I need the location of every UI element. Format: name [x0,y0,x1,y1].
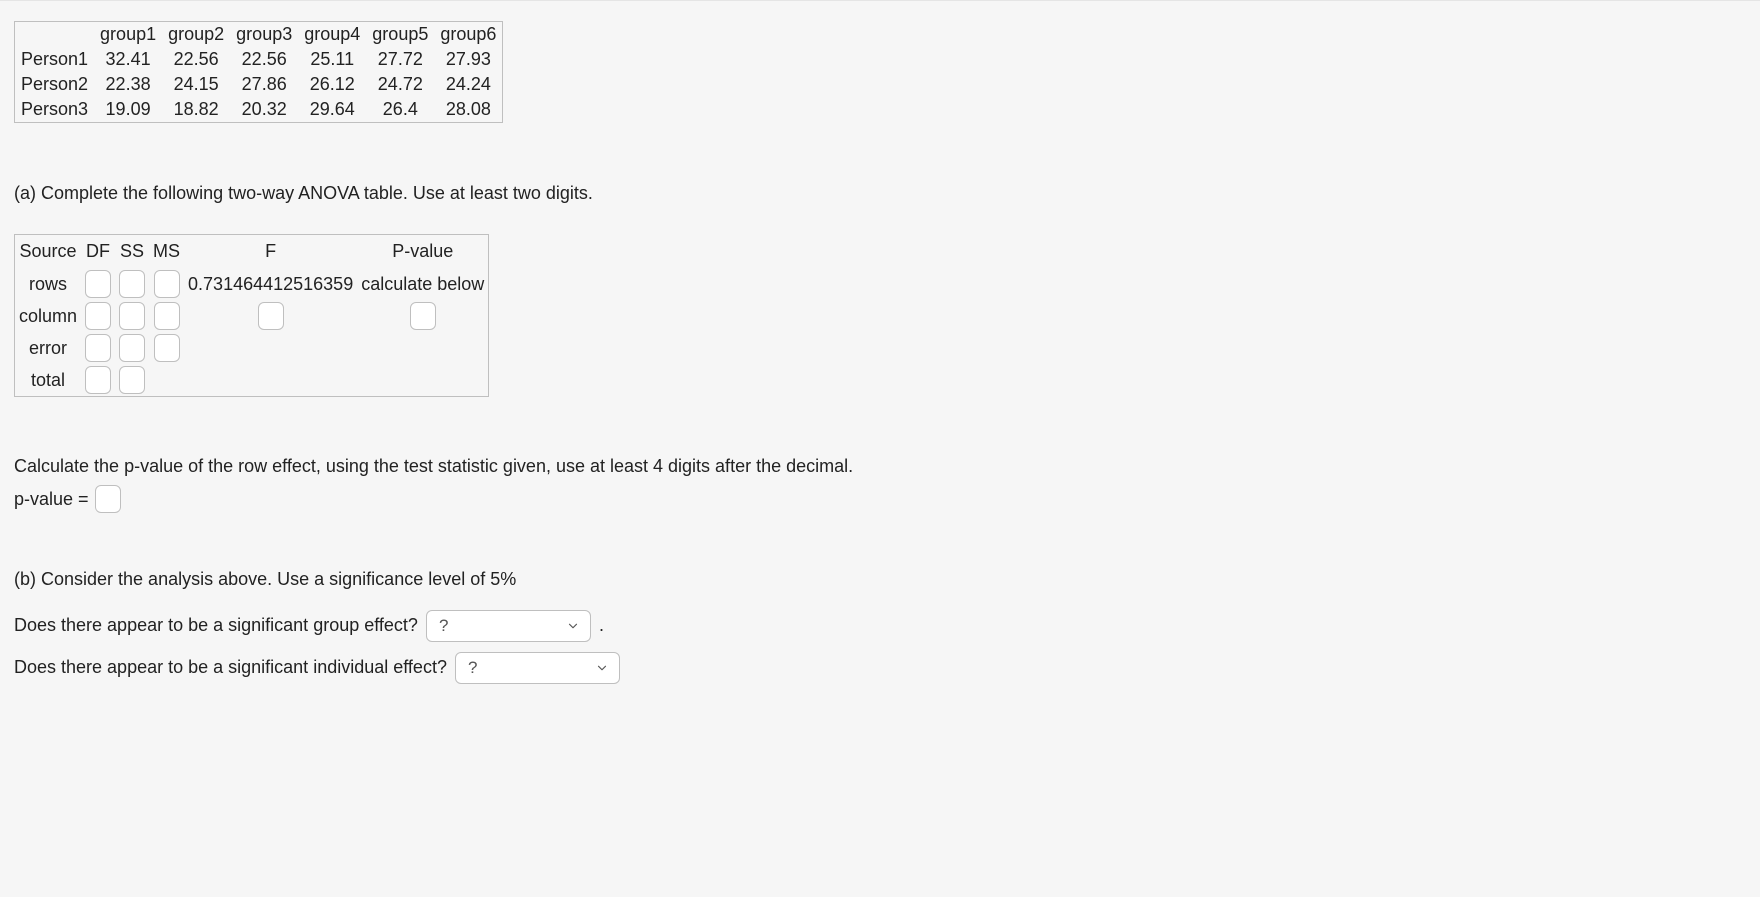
data-table-header: group5 [366,22,434,48]
data-table-header: group2 [162,22,230,48]
anova-header-df: DF [81,235,115,269]
anova-column-row: column [15,300,489,332]
data-table-row-header: Person3 [15,97,95,123]
question-individual-effect: Does there appear to be a significant in… [14,657,447,678]
data-table-cell: 29.64 [298,97,366,123]
data-table-header-row: group1 group2 group3 group4 group5 group… [15,22,503,48]
data-table-cell: 18.82 [162,97,230,123]
select-placeholder: ? [468,658,477,678]
error-ms-input[interactable] [154,334,180,362]
pvalue-input[interactable] [95,485,121,513]
data-table-row-header: Person2 [15,72,95,97]
group-effect-select[interactable]: ? [426,610,591,642]
data-table-cell: 22.56 [230,47,298,72]
data-table-row: Person1 32.41 22.56 22.56 25.11 27.72 27… [15,47,503,72]
chevron-down-icon [595,661,609,675]
data-table-row: Person3 19.09 18.82 20.32 29.64 26.4 28.… [15,97,503,123]
chevron-down-icon [566,619,580,633]
data-table-cell: 22.56 [162,47,230,72]
anova-rows-label: rows [15,268,82,300]
data-table-cell: 22.38 [94,72,162,97]
anova-header-pvalue: P-value [357,235,489,269]
data-table-cell: 27.93 [434,47,503,72]
data-table-header: group6 [434,22,503,48]
total-df-input[interactable] [85,366,111,394]
pvalue-label: p-value = [14,485,89,514]
total-ss-input[interactable] [119,366,145,394]
error-df-input[interactable] [85,334,111,362]
pvalue-paragraph: Calculate the p-value of the row effect,… [14,452,1746,481]
column-pvalue-input[interactable] [410,302,436,330]
column-f-input[interactable] [258,302,284,330]
anova-rows-row: rows 0.731464412516359 calculate below [15,268,489,300]
data-table-empty-header [15,22,95,48]
column-ms-input[interactable] [154,302,180,330]
column-df-input[interactable] [85,302,111,330]
data-table-cell: 24.15 [162,72,230,97]
anova-total-label: total [15,364,82,397]
anova-header-f: F [184,235,357,269]
data-table-cell: 26.4 [366,97,434,123]
individual-effect-select[interactable]: ? [455,652,620,684]
data-table-row-header: Person1 [15,47,95,72]
data-table-header: group3 [230,22,298,48]
part-a-instruction: (a) Complete the following two-way ANOVA… [14,183,1746,204]
rows-pvalue-text: calculate below [357,268,489,300]
rows-f-value: 0.731464412516359 [184,268,357,300]
rows-df-input[interactable] [85,270,111,298]
data-table-cell: 26.12 [298,72,366,97]
data-table-cell: 32.41 [94,47,162,72]
anova-column-label: column [15,300,82,332]
anova-error-row: error [15,332,489,364]
data-table-cell: 19.09 [94,97,162,123]
anova-header-row: Source DF SS MS F P-value [15,235,489,269]
data-table-cell: 24.24 [434,72,503,97]
data-table-cell: 20.32 [230,97,298,123]
data-table: group1 group2 group3 group4 group5 group… [14,21,503,123]
trailing-period: . [599,615,604,636]
anova-total-row: total [15,364,489,397]
select-placeholder: ? [439,616,448,636]
column-ss-input[interactable] [119,302,145,330]
data-table-cell: 27.86 [230,72,298,97]
data-table-cell: 24.72 [366,72,434,97]
data-table-row: Person2 22.38 24.15 27.86 26.12 24.72 24… [15,72,503,97]
anova-header-ms: MS [149,235,184,269]
data-table-cell: 25.11 [298,47,366,72]
data-table-cell: 27.72 [366,47,434,72]
error-ss-input[interactable] [119,334,145,362]
anova-error-label: error [15,332,82,364]
anova-header-ss: SS [115,235,149,269]
rows-ss-input[interactable] [119,270,145,298]
data-table-header: group4 [298,22,366,48]
data-table-cell: 28.08 [434,97,503,123]
part-b-instruction: (b) Consider the analysis above. Use a s… [14,569,1746,590]
question-group-effect: Does there appear to be a significant gr… [14,615,418,636]
anova-table: Source DF SS MS F P-value rows 0.7314644… [14,234,489,397]
rows-ms-input[interactable] [154,270,180,298]
anova-header-source: Source [15,235,82,269]
data-table-header: group1 [94,22,162,48]
